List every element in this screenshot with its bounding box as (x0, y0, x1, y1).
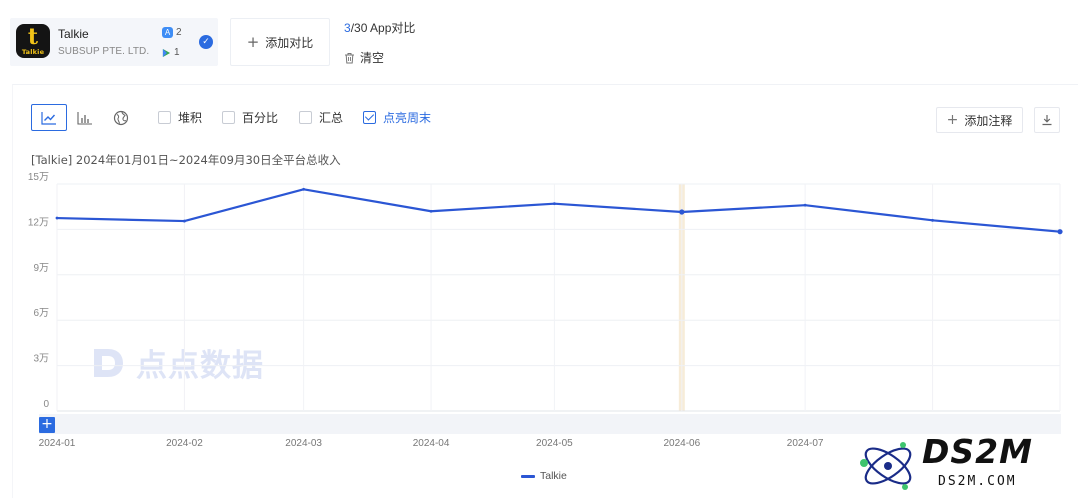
data-point[interactable] (429, 209, 433, 213)
ds2m-url: DS2M.COM (938, 474, 1017, 489)
ds2m-watermark: DS2M DS2M.COM (852, 432, 1072, 498)
zoom-slider-track[interactable] (39, 414, 1061, 434)
data-point[interactable] (803, 203, 807, 207)
data-point[interactable] (931, 218, 934, 222)
y-tick-label: 9万 (33, 263, 49, 274)
data-point[interactable] (302, 187, 306, 191)
x-tick-label: 2024-02 (166, 438, 203, 449)
atom-logo-icon (860, 442, 912, 490)
legend-label: Talkie (540, 470, 567, 482)
y-tick-label: 0 (43, 399, 49, 410)
x-tick-label: 2024-07 (787, 438, 824, 449)
x-tick-label: 2024-03 (285, 438, 322, 449)
series-line-talkie (56, 188, 1061, 233)
revenue-line-chart: 0 3万 6万 9万 12万 15万 2024-01 2024-02 2024-03 2024-… (28, 172, 1063, 449)
data-point[interactable] (183, 219, 186, 223)
y-tick-label: 3万 (33, 354, 49, 365)
legend-swatch (521, 474, 535, 478)
data-point[interactable] (1057, 229, 1063, 235)
y-tick-label: 12万 (28, 217, 49, 228)
chart-legend[interactable]: Talkie (521, 470, 567, 482)
y-tick-label: 15万 (28, 172, 49, 183)
x-tick-label: 2024-05 (536, 438, 573, 449)
y-tick-label: 6万 (33, 308, 49, 319)
data-point[interactable] (679, 209, 685, 215)
x-tick-label: 2024-06 (663, 438, 700, 449)
x-tick-label: 2024-01 (39, 438, 76, 449)
x-tick-label: 2024-04 (413, 438, 450, 449)
zoom-expand-button[interactable]: + (39, 417, 55, 433)
data-point[interactable] (552, 202, 556, 206)
ds2m-text: DS2M (922, 432, 1033, 471)
data-point[interactable] (55, 216, 59, 220)
